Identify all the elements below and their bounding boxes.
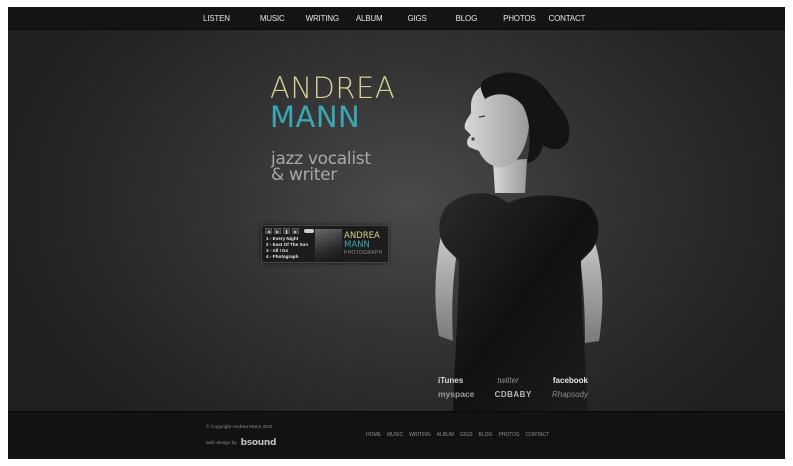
nav-item-listen[interactable]: LISTEN [203,14,230,23]
nav-item-contact[interactable]: CONTACT [549,14,586,23]
facebook-link[interactable]: facebook [553,376,588,385]
track-list: 1 - Every Night 2 - East Of The Sun 3 - … [266,236,308,260]
rhapsody-link[interactable]: Rhapsody [552,390,588,399]
player-controls: ◀ ▶ ❚ ▶ [265,228,314,234]
album-name: PHOTOGRAPH [344,250,383,256]
store-links: iTunes twitter facebook myspace CDBABY R… [438,373,588,401]
twitter-link[interactable]: twitter [497,376,518,385]
copyright: © Copyright Andrea Mann 2011 [206,425,273,430]
nav-item-album[interactable]: ALBUM [356,14,383,23]
cdbaby-link[interactable]: CDBABY [495,390,532,399]
footer-link-writing[interactable]: WRITING [409,432,431,438]
next-icon[interactable]: ▶ [292,228,299,234]
last-name: MANN [270,100,361,134]
artist-portrait [435,72,603,411]
nav-item-gigs[interactable]: GIGS [407,14,426,23]
top-navigation: LISTEN MUSIC WRITING ALBUM GIGS BLOG PHO… [8,7,785,30]
music-player: ◀ ▶ ❚ ▶ 1 - Every Night 2 - East Of The … [261,225,389,263]
nav-item-blog[interactable]: BLOG [456,14,478,23]
album-title: ANDREA MANN PHOTOGRAPH [344,232,382,257]
page: ANDREA MANN jazz vocalist & writer ◀ ▶ ❚… [8,7,785,459]
tagline: jazz vocalist & writer [271,151,371,185]
hero-stage: ANDREA MANN jazz vocalist & writer ◀ ▶ ❚… [8,30,785,411]
itunes-link[interactable]: iTunes [438,376,463,385]
first-name: ANDREA [270,71,396,105]
footer-link-album[interactable]: ALBUM [437,432,454,438]
footer-link-photos[interactable]: PHOTOS [498,432,519,438]
album-cover [315,229,342,261]
footer: © Copyright Andrea Mann 2011 web design … [8,411,785,459]
myspace-link[interactable]: myspace [438,389,474,399]
site-title: ANDREA MANN [270,71,396,134]
volume-slider[interactable] [304,229,314,233]
pause-icon[interactable]: ❚ [283,228,290,234]
footer-navigation: HOME MUSIC WRITING ALBUM GIGS BLOG PHOTO… [366,432,555,438]
credit-prefix: web design by [206,440,237,446]
footer-link-blog[interactable]: BLOG [479,432,493,438]
track-item[interactable]: 4 - Photograph [266,254,308,260]
footer-link-gigs[interactable]: GIGS [460,432,473,438]
previous-icon[interactable]: ◀ [265,228,272,234]
design-credit: web design by bsound [206,438,276,448]
designer-logo[interactable]: bsound [241,438,277,448]
play-icon[interactable]: ▶ [274,228,281,234]
nav-item-writing[interactable]: WRITING [306,14,339,23]
footer-link-music[interactable]: MUSIC [387,432,403,438]
nav-item-music[interactable]: MUSIC [260,14,285,23]
footer-link-contact[interactable]: CONTACT [525,432,549,438]
footer-link-home[interactable]: HOME [366,432,381,438]
tagline-line-2: & writer [271,165,337,185]
album-title-last: MANN [344,240,370,250]
nav-item-photos[interactable]: PHOTOS [503,14,536,23]
